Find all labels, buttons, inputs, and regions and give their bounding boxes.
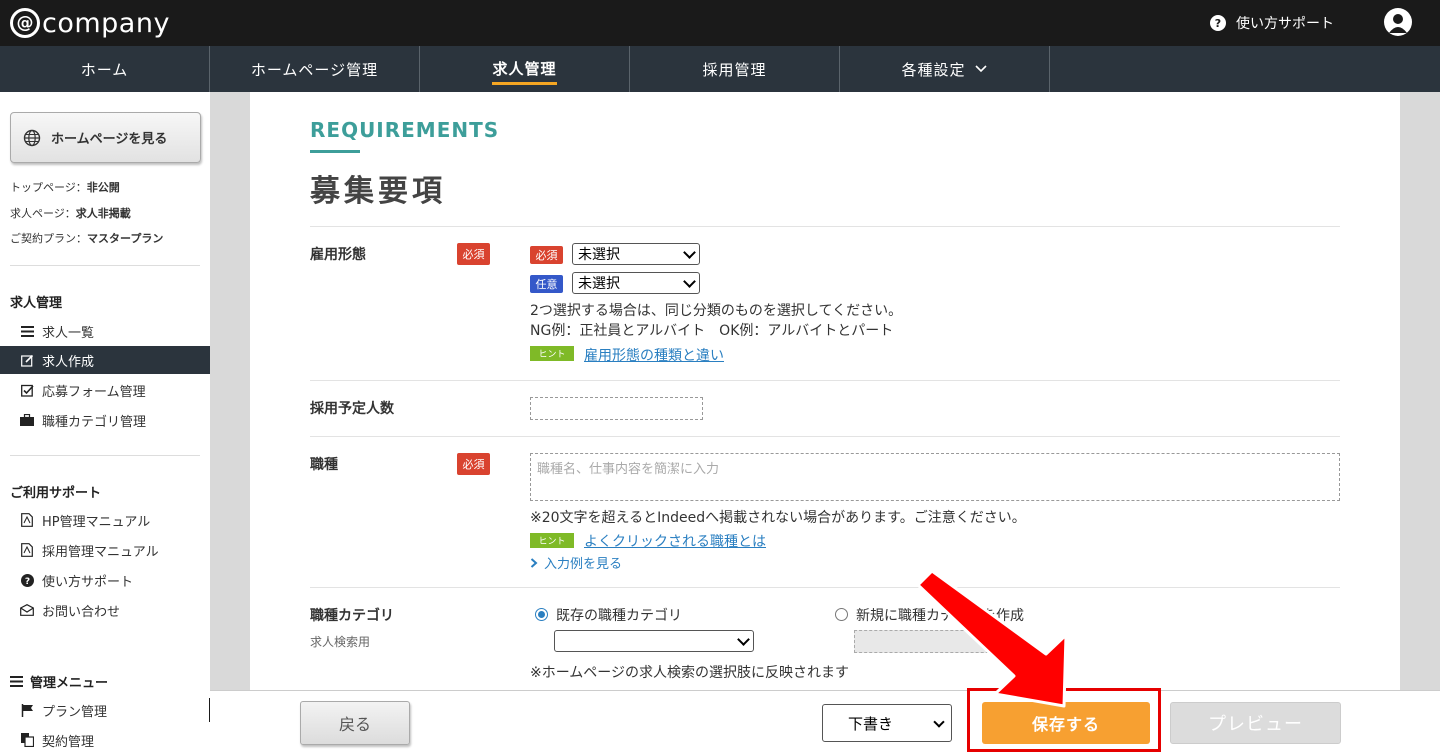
status-top-page: トップページ：非公開	[10, 181, 120, 194]
main-nav: ホーム ホームページ管理 求人管理 採用管理 各種設定	[0, 46, 1440, 92]
job-type-label: 職種	[310, 457, 338, 473]
status-select[interactable]: 下書き	[822, 704, 952, 742]
row-divider	[310, 587, 1340, 588]
employment-type-select-2[interactable]: 未選択	[572, 272, 700, 294]
svg-text:?: ?	[24, 577, 29, 587]
tab-settings[interactable]: 各種設定	[840, 46, 1050, 92]
sidebar-item-usage-support[interactable]: ? 使い方サポート	[0, 566, 210, 594]
employment-note-2: NG例：正社員とアルバイト OK例：アルバイトとパート	[530, 323, 894, 339]
new-category-input[interactable]	[854, 630, 1004, 653]
sidebar-item-contract-management[interactable]: 契約管理	[0, 726, 210, 754]
existing-category-radio[interactable]	[535, 608, 548, 621]
hint-badge: ヒント	[530, 346, 574, 361]
sidebar-item-application-form[interactable]: 応募フォーム管理	[0, 376, 210, 404]
menu-icon	[10, 676, 23, 687]
category-note: ※ホームページの求人検索の選択肢に反映されます	[530, 665, 850, 681]
copy-icon	[20, 733, 34, 747]
checkbox-icon	[20, 383, 34, 397]
job-type-note: ※20文字を超えるとIndeedへ掲載されない場合があります。ご注意ください。	[530, 510, 1026, 526]
headcount-label: 採用予定人数	[310, 401, 394, 417]
row-divider	[310, 436, 1340, 437]
pdf-icon	[20, 543, 34, 557]
section-job-management: 求人管理	[10, 296, 63, 311]
chevron-down-icon	[974, 65, 987, 73]
employment-note-1: 2つ選択する場合は、同じ分類のものを選択してください。	[530, 303, 903, 319]
chevron-down-icon	[683, 246, 696, 259]
sidebar-divider	[10, 455, 200, 456]
see-examples-link[interactable]: 入力例を見る	[530, 553, 622, 572]
question-icon: ?	[1210, 15, 1226, 31]
employment-type-select-1[interactable]: 未選択	[572, 243, 700, 265]
flag-icon	[20, 703, 34, 717]
preview-button[interactable]: プレビュー	[1170, 702, 1341, 744]
employment-hint-link[interactable]: 雇用形態の種類と違い	[584, 345, 724, 365]
section-title-en: REQUIREMENTS	[310, 118, 500, 142]
job-category-label: 職種カテゴリ	[310, 608, 394, 624]
required-badge: 必須	[457, 453, 490, 475]
mini-optional-badge: 任意	[530, 275, 563, 293]
view-homepage-label: ホームページを見る	[51, 132, 168, 147]
chevron-down-icon	[683, 275, 696, 288]
sidebar-item-job-create[interactable]: 求人作成	[0, 346, 210, 374]
tab-recruit-management[interactable]: 採用管理	[630, 46, 840, 92]
sidebar-item-hp-manual[interactable]: HP管理マニュアル	[0, 506, 210, 534]
globe-icon	[23, 129, 41, 146]
sidebar-item-contact[interactable]: お問い合わせ	[0, 596, 210, 624]
chevron-down-icon	[933, 716, 945, 728]
status-job-page: 求人ページ：求人非掲載	[10, 207, 131, 220]
briefcase-icon	[20, 413, 34, 427]
back-button[interactable]: 戻る	[300, 701, 410, 745]
company-logo[interactable]: @ company	[10, 6, 170, 40]
employment-type-label: 雇用形態	[310, 247, 366, 263]
mail-icon	[20, 603, 34, 617]
avatar[interactable]	[1384, 8, 1412, 36]
section-admin-menu: 管理メニュー	[10, 672, 108, 691]
status-plan: ご契約プラン：マスタープラン	[10, 232, 164, 245]
chevron-down-icon	[737, 633, 750, 646]
support-link[interactable]: ? 使い方サポート	[1210, 12, 1334, 34]
job-category-sublabel: 求人検索用	[310, 635, 371, 649]
pdf-icon	[20, 513, 34, 527]
hint-badge: ヒント	[530, 533, 574, 548]
tab-job-management[interactable]: 求人管理	[420, 46, 630, 92]
sidebar-item-job-category[interactable]: 職種カテゴリ管理	[0, 406, 210, 434]
sidebar-divider	[10, 265, 200, 266]
mini-required-badge: 必須	[530, 246, 563, 264]
save-highlight-box	[967, 688, 1161, 752]
page-title: 募集要項	[310, 174, 446, 209]
sidebar-item-job-list[interactable]: 求人一覧	[0, 317, 210, 345]
top-bar: @ company ? 使い方サポート	[0, 0, 1440, 46]
tab-home[interactable]: ホーム	[0, 46, 210, 92]
title-underline	[310, 150, 360, 153]
tab-homepage-management[interactable]: ホームページ管理	[210, 46, 420, 92]
sidebar: ホームページを見る トップページ：非公開 求人ページ：求人非掲載 ご契約プラン：…	[0, 92, 210, 754]
question-icon: ?	[20, 573, 34, 587]
user-icon	[1389, 14, 1407, 33]
logo-text: company	[42, 7, 170, 39]
row-divider	[310, 380, 1340, 381]
required-badge: 必須	[457, 243, 490, 265]
new-category-radio[interactable]	[835, 608, 848, 621]
existing-category-select[interactable]	[554, 630, 754, 652]
job-type-hint-link[interactable]: よくクリックされる職種とは	[584, 531, 766, 551]
job-type-placeholder: 職種名、仕事内容を簡潔に入力	[537, 462, 720, 477]
edit-icon	[20, 353, 34, 367]
main-content: REQUIREMENTS 募集要項 雇用形態 必須 必須 未選択 任意 未選択 …	[250, 92, 1400, 690]
row-divider	[310, 226, 1340, 227]
job-type-input[interactable]: 職種名、仕事内容を簡潔に入力	[530, 453, 1340, 501]
support-label: 使い方サポート	[1236, 16, 1334, 32]
sidebar-item-plan-management[interactable]: プラン管理	[0, 696, 210, 724]
list-icon	[20, 324, 34, 338]
sidebar-item-recruit-manual[interactable]: 採用管理マニュアル	[0, 536, 210, 564]
existing-category-label: 既存の職種カテゴリ	[556, 608, 682, 624]
headcount-input[interactable]	[530, 397, 703, 420]
section-support: ご利用サポート	[10, 486, 102, 501]
chevron-right-icon	[530, 557, 538, 568]
new-category-label: 新規に職種カテゴリを作成	[856, 608, 1024, 624]
view-homepage-button[interactable]: ホームページを見る	[10, 112, 201, 163]
logo-at: @	[10, 8, 40, 38]
